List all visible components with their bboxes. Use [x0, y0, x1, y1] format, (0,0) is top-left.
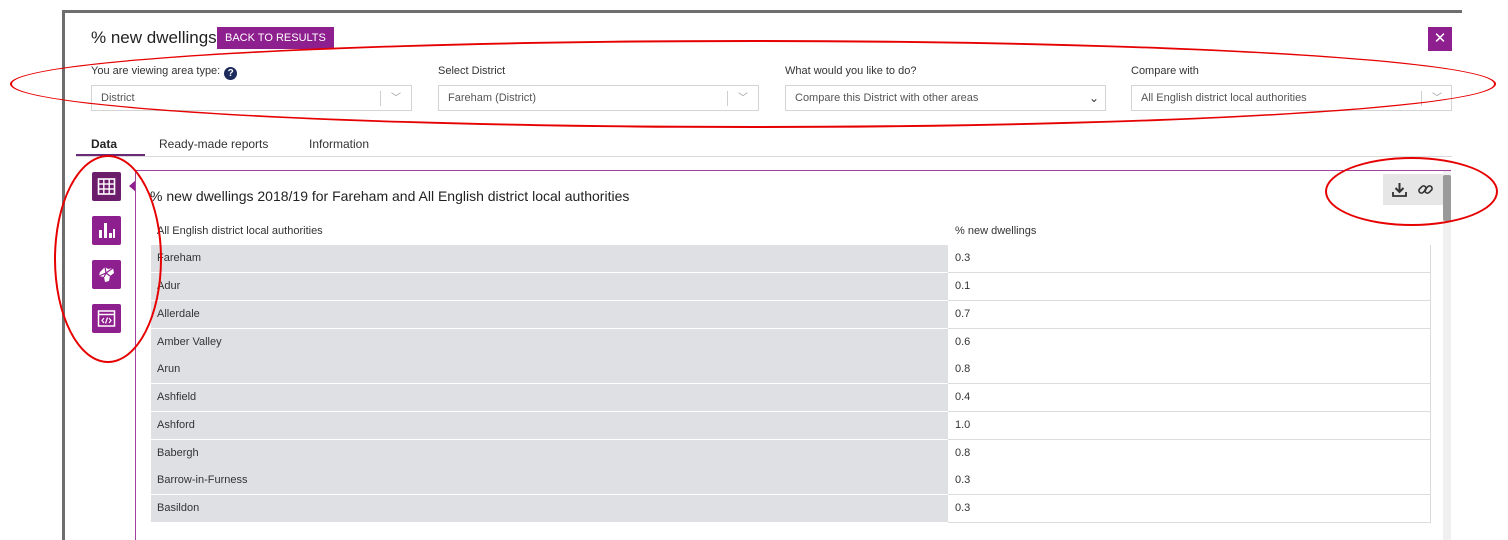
- row-area-name: Ashford: [151, 412, 948, 439]
- tab-data[interactable]: Data: [91, 137, 117, 151]
- row-area-name: Basildon: [151, 495, 948, 522]
- row-area-name: Fareham: [151, 245, 948, 272]
- tab-ready-made-reports[interactable]: Ready-made reports: [159, 137, 268, 151]
- window-frame-top: [62, 10, 1462, 13]
- tab-information[interactable]: Information: [309, 137, 369, 151]
- row-value: 0.4: [948, 384, 1431, 411]
- row-area-name: Allerdale: [151, 301, 948, 328]
- table-row: Arun 0.8: [151, 356, 1431, 384]
- table-row: Fareham 0.3: [151, 245, 1431, 273]
- annotation-ellipse-filters: [10, 40, 1496, 128]
- page-title: % new dwellings: [91, 28, 217, 47]
- column-header-area: All English district local authorities: [157, 225, 323, 237]
- panel-title: % new dwellings 2018/19 for Fareham and …: [150, 188, 630, 204]
- panel-scrollbar[interactable]: [1443, 171, 1451, 540]
- row-value: 0.3: [948, 495, 1431, 522]
- row-value: 0.3: [948, 245, 1431, 272]
- table-row: Ashford 1.0: [151, 412, 1431, 440]
- table-row: Allerdale 0.7: [151, 301, 1431, 329]
- row-area-name: Ashfield: [151, 384, 948, 411]
- table-row: Adur 0.1: [151, 273, 1431, 301]
- annotation-ellipse-tools: [1325, 157, 1498, 226]
- annotation-ellipse-sidebar: [54, 155, 162, 363]
- table-row: Basildon 0.3: [151, 495, 1431, 523]
- table-row: Amber Valley 0.6: [151, 329, 1431, 357]
- row-value: 0.1: [948, 273, 1431, 300]
- row-area-name: Barrow-in-Furness: [151, 467, 948, 494]
- row-value: 0.8: [948, 356, 1431, 383]
- table-row: Barrow-in-Furness 0.3: [151, 467, 1431, 495]
- table-row: Ashfield 0.4: [151, 384, 1431, 412]
- table-row: Babergh 0.8: [151, 440, 1431, 468]
- row-area-name: Adur: [151, 273, 948, 300]
- row-area-name: Arun: [151, 356, 948, 383]
- row-area-name: Babergh: [151, 440, 948, 467]
- row-value: 1.0: [948, 412, 1431, 439]
- row-value: 0.3: [948, 467, 1431, 494]
- column-header-value: % new dwellings: [955, 225, 1037, 237]
- row-area-name: Amber Valley: [151, 329, 948, 356]
- row-value: 0.8: [948, 440, 1431, 467]
- row-value: 0.7: [948, 301, 1431, 328]
- tabs-divider: [76, 156, 1452, 157]
- close-button[interactable]: ✕: [1428, 27, 1452, 51]
- row-value: 0.6: [948, 329, 1431, 356]
- back-to-results-button[interactable]: BACK TO RESULTS: [217, 27, 334, 49]
